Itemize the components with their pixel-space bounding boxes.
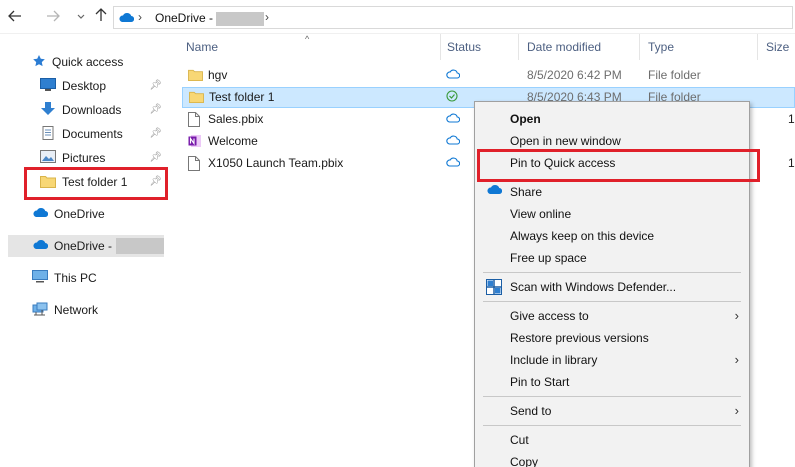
up-arrow-icon[interactable] [92, 8, 110, 26]
menu-item-copy[interactable]: Copy [475, 451, 749, 467]
nav-downloads[interactable]: Downloads 📌︎ [40, 99, 170, 121]
menu-item-pin-start[interactable]: Pin to Start [475, 371, 749, 393]
onedrive-cloud-icon [118, 12, 135, 26]
nav-documents[interactable]: Documents 📌︎ [40, 123, 170, 145]
nav-desktop[interactable]: Desktop 📌︎ [40, 75, 170, 97]
nav-onedrive[interactable]: OneDrive [32, 203, 170, 225]
menu-item-give-access[interactable]: Give access to › [475, 305, 749, 327]
menu-item-share[interactable]: Share [475, 181, 749, 203]
pin-icon[interactable]: 📌︎ [149, 152, 162, 163]
menu-item-send-to[interactable]: Send to › [475, 400, 749, 422]
cloud-status-icon [446, 134, 461, 148]
pictures-icon [40, 150, 56, 166]
back-arrow-icon[interactable] [6, 8, 24, 26]
column-separator[interactable] [757, 34, 758, 60]
menu-item-view-online[interactable]: View online [475, 203, 749, 225]
menu-item-include-library[interactable]: Include in library › [475, 349, 749, 371]
column-date-modified[interactable]: Date modified [527, 34, 601, 60]
network-icon [32, 302, 48, 319]
chevron-right-icon: › [734, 308, 739, 323]
defender-shield-icon [486, 279, 502, 298]
nav-onedrive-label: OneDrive [54, 207, 105, 221]
nav-documents-label: Documents [62, 127, 123, 141]
onedrive-cloud-icon [32, 239, 49, 253]
file-type: File folder [648, 68, 701, 82]
nav-onedrive-business[interactable]: OneDrive - [8, 235, 164, 257]
column-separator[interactable] [440, 34, 441, 60]
menu-item-free-up-space[interactable]: Free up space [475, 247, 749, 269]
file-size: 1 [788, 112, 795, 126]
nav-pictures[interactable]: Pictures 📌︎ [40, 147, 170, 169]
pin-icon[interactable]: 📌︎ [149, 128, 162, 139]
nav-network-label: Network [54, 303, 99, 317]
documents-icon [40, 125, 56, 143]
cloud-status-icon [446, 68, 461, 82]
nav-onedrive-business-label: OneDrive - [54, 239, 113, 253]
menu-item-restore-versions[interactable]: Restore previous versions [475, 327, 749, 349]
file-name: Sales.pbix [208, 112, 264, 126]
file-name: Test folder 1 [209, 90, 275, 104]
highlight-box-nav [24, 167, 168, 200]
cloud-status-icon [446, 112, 461, 126]
column-name[interactable]: Name [186, 34, 218, 60]
column-separator[interactable] [639, 34, 640, 60]
breadcrumb-chevron-icon[interactable]: › [265, 10, 269, 24]
menu-item-cut[interactable]: Cut [475, 429, 749, 451]
sort-ascending-icon: ^ [305, 34, 310, 44]
menu-separator [483, 272, 741, 273]
forward-arrow-icon[interactable] [44, 8, 62, 26]
nav-downloads-label: Downloads [62, 103, 122, 117]
chevron-right-icon: › [734, 352, 739, 367]
column-type[interactable]: Type [648, 34, 674, 60]
chevron-down-icon[interactable] [72, 8, 90, 26]
navigation-pane: Quick access Desktop 📌︎ Downloads 📌︎ Doc… [0, 34, 172, 467]
address-field[interactable]: › OneDrive - › [113, 6, 793, 29]
computer-icon [32, 270, 48, 286]
nav-this-pc-label: This PC [54, 271, 97, 285]
star-icon [32, 54, 46, 71]
file-date: 8/5/2020 6:42 PM [527, 68, 622, 82]
pin-icon[interactable]: 📌︎ [149, 80, 162, 91]
nav-this-pc[interactable]: This PC [32, 267, 170, 289]
menu-item-open[interactable]: Open [475, 108, 749, 130]
chevron-right-icon: › [734, 403, 739, 418]
nav-quick-access[interactable]: Quick access [32, 51, 170, 73]
nav-desktop-label: Desktop [62, 79, 107, 93]
pin-icon[interactable]: 📌︎ [149, 104, 162, 115]
file-icon [188, 112, 200, 130]
file-name: X1050 Launch Team.pbix [208, 156, 344, 170]
desktop-icon [40, 78, 56, 94]
file-size: 1 [788, 156, 795, 170]
menu-item-always-keep[interactable]: Always keep on this device [475, 225, 749, 247]
synced-check-icon [446, 90, 458, 105]
menu-separator [483, 301, 741, 302]
breadcrumb-chevron-icon[interactable]: › [138, 10, 142, 24]
highlight-box-menu [477, 149, 760, 182]
cloud-status-icon [446, 156, 461, 170]
onedrive-cloud-icon [486, 184, 503, 198]
menu-item-scan-defender[interactable]: Scan with Windows Defender... [475, 276, 749, 298]
onenote-icon [188, 134, 202, 151]
breadcrumb-location[interactable]: OneDrive - [155, 11, 265, 26]
menu-separator [483, 425, 741, 426]
column-size[interactable]: Size [766, 34, 789, 60]
file-icon [188, 156, 200, 174]
column-status[interactable]: Status [447, 34, 481, 60]
download-arrow-icon [40, 101, 56, 119]
file-name: hgv [208, 68, 228, 82]
column-separator[interactable] [518, 34, 519, 60]
nav-network[interactable]: Network [32, 299, 170, 321]
folder-icon [188, 68, 203, 84]
file-row[interactable]: hgv 8/5/2020 6:42 PM File folder [182, 65, 795, 86]
nav-quick-access-label: Quick access [52, 55, 124, 69]
menu-separator [483, 396, 741, 397]
onedrive-cloud-icon [32, 207, 49, 221]
file-name: Welcome [208, 134, 258, 148]
folder-icon [189, 90, 204, 106]
address-bar: › OneDrive - › [0, 0, 795, 34]
nav-pictures-label: Pictures [62, 151, 106, 165]
